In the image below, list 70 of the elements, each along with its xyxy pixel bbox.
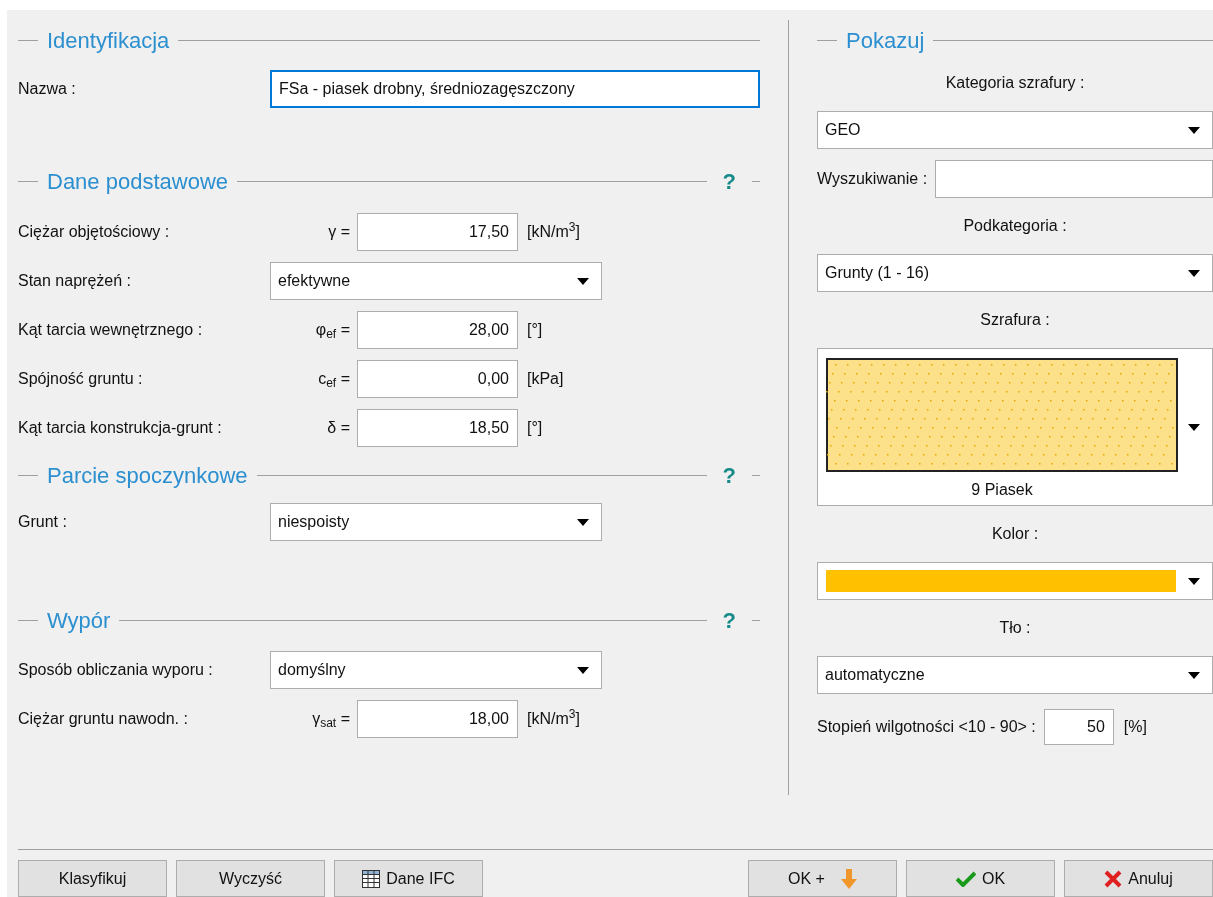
dropdown[interactable]: domyślny	[270, 651, 602, 689]
dialog-button[interactable]: OK	[906, 860, 1055, 897]
symbol-label: δ =	[326, 418, 350, 438]
number-field[interactable]: 50	[1043, 709, 1114, 745]
field-label: Nazwa :	[18, 79, 77, 99]
table-icon	[362, 869, 381, 888]
caret-icon	[1188, 671, 1200, 679]
unit-label: [kN/m$^{3}$]	[527, 707, 580, 729]
symbol-label: γ$_{sat}$ =	[311, 709, 350, 731]
field-label: Spójność gruntu :	[18, 369, 144, 389]
section-title: Wypór	[47, 606, 111, 635]
field-label: Stan naprężeń :	[18, 271, 132, 291]
unit-label: [%]	[1123, 717, 1147, 737]
down-arrow-icon	[840, 868, 857, 889]
dropdown[interactable]: GEO	[817, 111, 1213, 149]
number-field[interactable]: 17,50	[357, 213, 518, 251]
field-label: Kolor :	[991, 524, 1039, 544]
caret-icon	[1188, 423, 1200, 431]
field-label: Ciężar gruntu nawodn. :	[18, 709, 189, 729]
dialog-button[interactable]: Dane IFC	[334, 860, 483, 897]
number-field[interactable]: 28,00	[357, 311, 518, 349]
dropdown[interactable]: efektywne	[270, 262, 602, 300]
dialog-button[interactable]: OK +	[748, 860, 897, 897]
hatch-dropdown[interactable]: 9 Piasek	[817, 348, 1213, 506]
field-label: Grunt :	[18, 512, 68, 532]
symbol-label: φ$_{ef}$ =	[314, 320, 350, 342]
field-label: Ciężar objętościowy :	[18, 222, 171, 242]
dialog-button[interactable]: Klasyfikuj	[18, 860, 167, 897]
section-title: Identyfikacja	[47, 26, 170, 55]
field-label: Sposób obliczania wyporu :	[18, 660, 214, 680]
section-title: Pokazuj	[846, 26, 925, 55]
dialog-button[interactable]: Wyczyść	[176, 860, 325, 897]
hatch-name: 9 Piasek	[971, 480, 1033, 500]
field-label: Tło :	[999, 618, 1031, 638]
dropdown[interactable]: Grunty (1 - 16)	[817, 254, 1213, 292]
field-label: Kategoria szrafury :	[945, 73, 1085, 93]
caret-icon	[577, 277, 589, 285]
symbol-label: γ =	[327, 222, 350, 242]
help-icon[interactable]: ?	[722, 164, 736, 198]
unit-label: [kN/m$^{3}$]	[527, 220, 580, 242]
unit-label: [kPa]	[527, 369, 564, 389]
color-dropdown[interactable]	[817, 562, 1213, 600]
field-label: Szrafura :	[980, 310, 1050, 330]
number-field[interactable]: 18,50	[357, 409, 518, 447]
check-icon	[955, 870, 976, 887]
search-field[interactable]	[935, 160, 1213, 198]
help-icon[interactable]: ?	[722, 603, 736, 637]
help-icon[interactable]: ?	[722, 458, 736, 492]
field-label: Podkategoria :	[963, 216, 1067, 236]
unit-label: [°]	[527, 418, 543, 438]
caret-icon	[1188, 269, 1200, 277]
field-label: Kąt tarcia wewnętrznego :	[18, 320, 204, 340]
field-label: Stopień wilgotności <10 - 90> :	[817, 717, 1036, 737]
symbol-label: c$_{ef}$ =	[317, 369, 350, 391]
caret-icon	[577, 666, 589, 674]
section-title: Parcie spoczynkowe	[47, 461, 248, 490]
caret-icon	[1188, 126, 1200, 134]
dropdown[interactable]: niespoisty	[270, 503, 602, 541]
close-icon	[1104, 869, 1123, 888]
dropdown[interactable]: automatyczne	[817, 656, 1213, 694]
caret-icon	[577, 518, 589, 526]
number-field[interactable]: 0,00	[357, 360, 518, 398]
section-title: Dane podstawowe	[47, 167, 228, 196]
number-field[interactable]: 18,00	[357, 700, 518, 738]
field-label: Kąt tarcia konstrukcja-grunt :	[18, 418, 223, 438]
unit-label: [°]	[527, 320, 543, 340]
dialog-button[interactable]: Anuluj	[1064, 860, 1213, 897]
field-label: Wyszukiwanie :	[817, 169, 928, 189]
caret-icon	[1188, 577, 1200, 585]
name-field[interactable]: FSa - piasek drobny, średniozagęszczony	[270, 70, 760, 108]
